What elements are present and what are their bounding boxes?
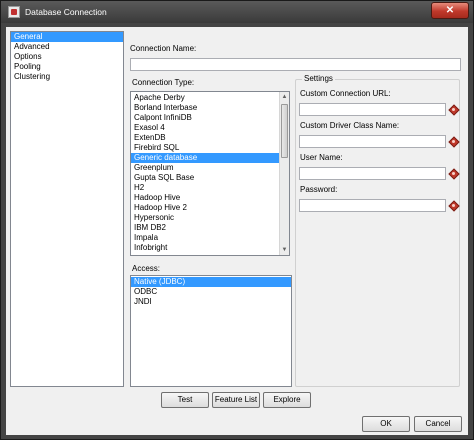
access-list[interactable]: Native (JDBC) ODBC JNDI: [130, 275, 292, 387]
scroll-thumb[interactable]: [281, 104, 288, 158]
app-icon: [8, 6, 20, 18]
connection-name-input[interactable]: [130, 58, 461, 71]
variable-diamond-icon[interactable]: [449, 201, 458, 210]
custom-url-label: Custom Connection URL:: [300, 89, 391, 98]
settings-category-list[interactable]: General Advanced Options Pooling Cluster…: [10, 31, 124, 387]
connection-type-item[interactable]: IBM DB2: [131, 223, 279, 233]
connection-type-item[interactable]: Firebird SQL: [131, 143, 279, 153]
database-connection-dialog: Database Connection ✕ General Advanced O…: [0, 0, 474, 440]
connection-type-list[interactable]: Apache Derby Borland Interbase Calpont I…: [130, 91, 290, 256]
connection-type-item[interactable]: Hypersonic: [131, 213, 279, 223]
connection-type-item[interactable]: Apache Derby: [131, 93, 279, 103]
feature-list-button[interactable]: Feature List: [212, 392, 260, 408]
access-item[interactable]: ODBC: [131, 287, 291, 297]
connection-type-item[interactable]: Impala: [131, 233, 279, 243]
user-name-label: User Name:: [300, 153, 343, 162]
nav-item-advanced[interactable]: Advanced: [11, 42, 123, 52]
user-name-input[interactable]: [299, 167, 446, 180]
ok-button[interactable]: OK: [362, 416, 410, 432]
scroll-down-arrow-icon[interactable]: ▼: [280, 245, 289, 255]
driver-class-input[interactable]: [299, 135, 446, 148]
connection-type-item[interactable]: Gupta SQL Base: [131, 173, 279, 183]
dialog-client-area: General Advanced Options Pooling Cluster…: [6, 27, 468, 435]
password-input[interactable]: [299, 199, 446, 212]
cancel-button[interactable]: Cancel: [414, 416, 462, 432]
window-title: Database Connection: [25, 7, 107, 17]
connection-name-label: Connection Name:: [130, 44, 197, 53]
title-bar[interactable]: Database Connection ✕: [1, 1, 473, 23]
connection-type-item[interactable]: ExtenDB: [131, 133, 279, 143]
connection-type-item[interactable]: Infobright: [131, 243, 279, 253]
connection-type-item[interactable]: Borland Interbase: [131, 103, 279, 113]
connection-type-item[interactable]: Hadoop Hive: [131, 193, 279, 203]
connection-type-item[interactable]: H2: [131, 183, 279, 193]
driver-class-label: Custom Driver Class Name:: [300, 121, 400, 130]
settings-group-title: Settings: [302, 74, 335, 83]
access-item-selected[interactable]: Native (JDBC): [131, 277, 291, 287]
connection-type-item[interactable]: Exasol 4: [131, 123, 279, 133]
custom-url-input[interactable]: [299, 103, 446, 116]
variable-diamond-icon[interactable]: [449, 169, 458, 178]
settings-group: Settings Custom Connection URL: Custom D…: [295, 74, 460, 387]
connection-type-item[interactable]: Calpont InfiniDB: [131, 113, 279, 123]
nav-item-options[interactable]: Options: [11, 52, 123, 62]
connection-type-item[interactable]: Hadoop Hive 2: [131, 203, 279, 213]
access-item[interactable]: JNDI: [131, 297, 291, 307]
scroll-up-arrow-icon[interactable]: ▲: [280, 92, 289, 102]
nav-item-clustering[interactable]: Clustering: [11, 72, 123, 82]
test-button[interactable]: Test: [161, 392, 209, 408]
connection-type-label: Connection Type:: [132, 78, 195, 87]
connection-type-scrollbar[interactable]: ▲ ▼: [279, 92, 289, 255]
explore-button[interactable]: Explore: [263, 392, 311, 408]
password-label: Password:: [300, 185, 338, 194]
nav-item-general[interactable]: General: [11, 32, 123, 42]
variable-diamond-icon[interactable]: [449, 137, 458, 146]
variable-diamond-icon[interactable]: [449, 105, 458, 114]
connection-type-item-selected[interactable]: Generic database: [131, 153, 279, 163]
close-button[interactable]: ✕: [431, 2, 469, 19]
connection-type-item[interactable]: Greenplum: [131, 163, 279, 173]
access-label: Access:: [132, 264, 161, 273]
nav-item-pooling[interactable]: Pooling: [11, 62, 123, 72]
